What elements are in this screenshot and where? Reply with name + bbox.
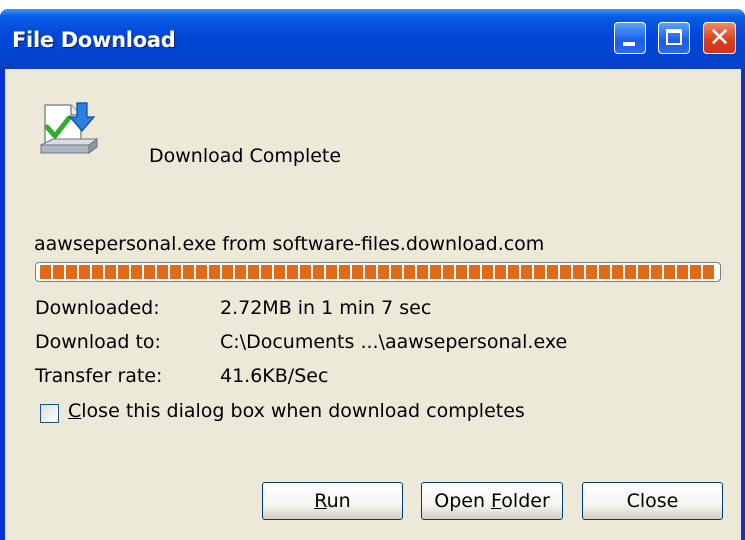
transfer-rate-label: Transfer rate: <box>35 365 163 387</box>
dialog-body: Download Complete aawsepersonal.exe from… <box>5 69 741 540</box>
maximize-button[interactable] <box>658 22 690 54</box>
transfer-rate-value: 41.6KB/Sec <box>220 365 329 387</box>
maximize-icon <box>666 29 682 45</box>
minimize-icon <box>623 42 635 46</box>
download-to-value: C:\Documents ...\aawsepersonal.exe <box>220 331 568 353</box>
file-download-window: File Download ✕ Download Complete aawsep… <box>0 9 745 540</box>
window-title: File Download <box>12 28 176 52</box>
downloaded-label: Downloaded: <box>35 297 160 319</box>
downloaded-value: 2.72MB in 1 min 7 sec <box>220 297 432 319</box>
file-source-text: aawsepersonal.exe from software-files.do… <box>34 233 545 255</box>
open-folder-button[interactable]: Open Folder <box>421 482 563 520</box>
close-when-complete-label[interactable]: Close this dialog box when download comp… <box>68 400 525 422</box>
download-progress-bar <box>35 262 721 282</box>
close-window-button[interactable]: ✕ <box>703 22 736 54</box>
minimize-button[interactable] <box>614 22 646 54</box>
title-bar[interactable]: File Download ✕ <box>0 9 745 69</box>
close-icon: ✕ <box>708 23 731 53</box>
run-button[interactable]: Run <box>262 482 403 520</box>
status-heading: Download Complete <box>149 145 342 167</box>
progress-fill <box>40 265 716 279</box>
close-button[interactable]: Close <box>582 482 723 520</box>
download-to-label: Download to: <box>35 331 161 353</box>
download-complete-icon <box>37 101 105 165</box>
close-when-complete-checkbox[interactable] <box>40 404 59 423</box>
